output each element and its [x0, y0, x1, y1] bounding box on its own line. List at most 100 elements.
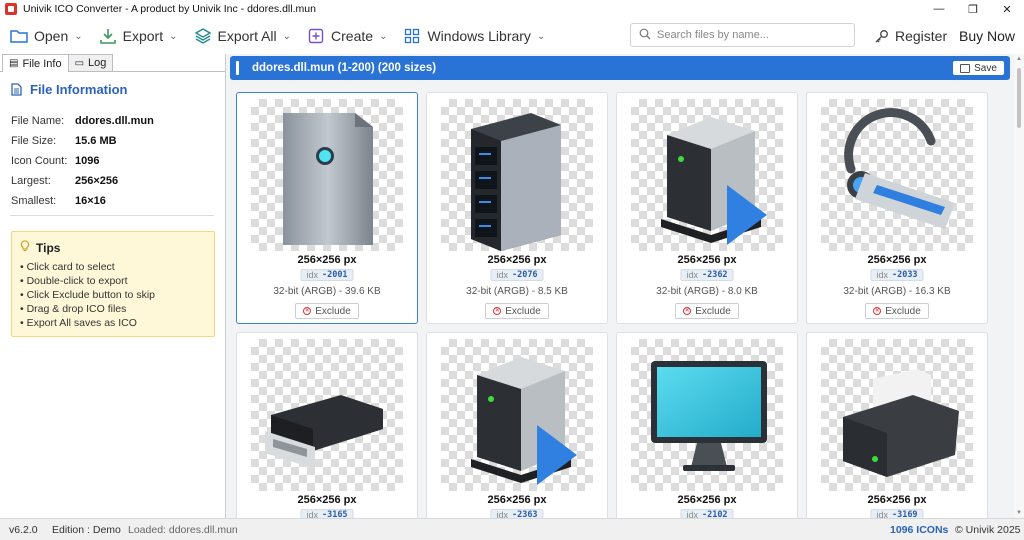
windows-library-button[interactable]: Windows Library ⌄ — [397, 22, 551, 50]
buy-now-button[interactable]: Buy Now — [959, 22, 1015, 50]
icon-card[interactable]: 256×256 px idx -2362 32-bit (ARGB) - 8.0 KB… — [616, 92, 798, 324]
download-icon — [99, 27, 117, 45]
server-rack-icon — [471, 113, 561, 251]
export-button[interactable]: Export ⌄ — [93, 22, 184, 50]
icon-card[interactable]: 256×256 px idx -3165 — [236, 332, 418, 540]
icon-index-badge: idx -2033 — [870, 269, 924, 281]
export-all-button[interactable]: Export All ⌄ — [188, 22, 298, 50]
idx-label: idx — [306, 270, 318, 280]
icon-index-badge: idx -2001 — [300, 269, 354, 281]
register-button[interactable]: Register — [874, 22, 947, 50]
idx-value: -2001 — [321, 270, 348, 280]
icon-index-badge: idx -2076 — [490, 269, 544, 281]
tip-item: • Click card to select — [20, 261, 115, 273]
tips-box: Tips • Click card to select • Double-cli… — [11, 231, 215, 337]
export-label: Export — [122, 28, 164, 44]
exclude-button[interactable]: ✕ Exclude — [295, 303, 359, 319]
icon-meta: 32-bit (ARGB) - 8.0 KB — [656, 286, 758, 297]
toolbar: Open ⌄ Export ⌄ Export All ⌄ Create ⌄ Wi… — [0, 20, 1024, 52]
icon-size: 256×256 px — [867, 254, 927, 266]
status-bar: v6.2.0 Edition : Demo Loaded: ddores.dll… — [0, 518, 1024, 540]
icon-count-badge: 1096 ICONs — [890, 523, 949, 536]
icon-card[interactable]: 256×256 px idx -2102 — [616, 332, 798, 540]
panel-tabs: ▤ File Info ▭ Log — [0, 54, 225, 72]
search-input[interactable] — [657, 29, 847, 41]
minimize-button[interactable]: — — [922, 0, 956, 18]
open-button[interactable]: Open ⌄ — [4, 22, 89, 50]
exclude-label: Exclude — [505, 305, 541, 317]
scroll-down-arrow-icon[interactable]: ▼ — [1016, 510, 1022, 516]
idx-value: -2033 — [891, 270, 918, 280]
vertical-scrollbar[interactable]: ▲ ▼ — [1014, 54, 1024, 518]
search-box[interactable] — [630, 23, 855, 47]
file-name-value: ddores.dll.mun — [75, 115, 154, 127]
icon-index-badge: idx -2362 — [680, 269, 734, 281]
save-label: Save — [974, 62, 997, 74]
add-square-icon — [307, 27, 325, 45]
tower-drive-icon — [283, 113, 373, 245]
document-icon: ▤ — [9, 58, 19, 69]
tab-file-info-label: File Info — [22, 57, 62, 70]
largest-label: Largest: — [11, 175, 51, 187]
exclude-button[interactable]: ✕ Exclude — [485, 303, 549, 319]
create-button[interactable]: Create ⌄ — [301, 22, 393, 50]
icon-size: 256×256 px — [487, 494, 547, 506]
maximize-button[interactable]: ❐ — [956, 0, 990, 18]
close-circle-icon: ✕ — [303, 307, 312, 315]
icon-card[interactable]: 256×256 px idx -2363 — [426, 332, 608, 540]
grid-icon — [403, 27, 421, 45]
icon-card[interactable]: 256×256 px idx -3169 — [806, 332, 988, 540]
icon-card[interactable]: 256×256 px idx -2033 32-bit (ARGB) - 16.3 K… — [806, 92, 988, 324]
icon-card[interactable]: 256×256 px idx -2076 32-bit (ARGB) - 8.5 KB… — [426, 92, 608, 324]
icon-preview — [821, 99, 973, 251]
window-title: Univik ICO Converter - A product by Univ… — [23, 3, 316, 15]
version-text: v6.2.0 — [9, 523, 38, 536]
icon-preview — [441, 339, 593, 491]
bluetooth-headset-icon — [844, 108, 955, 229]
exclude-button[interactable]: ✕ Exclude — [865, 303, 929, 319]
close-button[interactable]: ✕ — [990, 0, 1024, 18]
edition-text: Edition : Demo — [52, 523, 121, 536]
icon-preview — [441, 99, 593, 251]
media-server-icon — [471, 357, 577, 485]
receipt-printer-icon — [843, 369, 959, 477]
gallery-title: ddores.dll.mun (1-200) (200 sizes) — [252, 62, 437, 74]
divider — [10, 215, 214, 216]
copyright-text: © Univik 2025 — [955, 523, 1021, 536]
file-information-heading: File Information — [11, 82, 128, 97]
icon-preview — [821, 339, 973, 491]
floppy-disk-icon — [960, 63, 971, 73]
scroll-up-arrow-icon[interactable]: ▲ — [1016, 56, 1022, 62]
icon-preview — [631, 339, 783, 491]
window-controls: — ❐ ✕ — [922, 0, 1024, 18]
icon-size: 256×256 px — [867, 494, 927, 506]
export-all-label: Export All — [217, 28, 277, 44]
tab-file-info[interactable]: ▤ File Info — [2, 54, 69, 72]
search-icon — [639, 28, 651, 43]
tip-item: • Export All saves as ICO — [20, 317, 137, 329]
monitor-icon — [651, 361, 767, 471]
media-server-icon — [661, 117, 767, 245]
exclude-button[interactable]: ✕ Exclude — [675, 303, 739, 319]
smallest-row: Smallest: 16×16 — [11, 191, 216, 211]
close-circle-icon: ✕ — [493, 307, 502, 315]
tips-heading: Tips — [20, 240, 206, 255]
file-name-label: File Name: — [11, 115, 65, 127]
gallery-header: ddores.dll.mun (1-200) (200 sizes) Save — [230, 56, 1010, 80]
scroll-thumb[interactable] — [1017, 68, 1021, 128]
icon-card[interactable]: 256×256 px idx -2001 32-bit (ARGB) - 39.6 K… — [236, 92, 418, 324]
app-logo-icon — [5, 3, 17, 15]
largest-value: 256×256 — [75, 175, 119, 187]
file-size-row: File Size: 15.6 MB — [11, 131, 216, 151]
exclude-label: Exclude — [695, 305, 731, 317]
chevron-down-icon: ⌄ — [282, 30, 292, 42]
file-size-label: File Size: — [11, 135, 57, 147]
save-button[interactable]: Save — [953, 61, 1004, 75]
idx-label: idx — [686, 270, 698, 280]
icon-count-label: Icon Count: — [11, 155, 68, 167]
file-info-panel: ▤ File Info ▭ Log File Information File … — [0, 54, 226, 518]
tab-log[interactable]: ▭ Log — [67, 54, 114, 71]
file-size-value: 15.6 MB — [75, 135, 117, 147]
open-label: Open — [34, 28, 69, 44]
log-icon: ▭ — [74, 57, 85, 69]
